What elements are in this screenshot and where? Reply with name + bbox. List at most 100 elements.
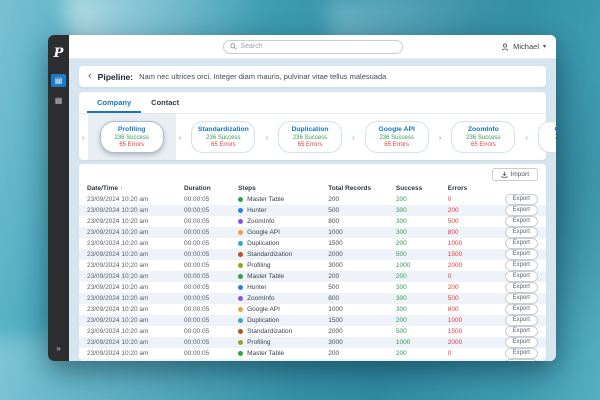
cell-datetime: 23/09/2024 10:20 am <box>87 273 184 280</box>
pipeline-label: Pipeline: <box>98 72 133 82</box>
cell-duration: 00:00:05 <box>184 295 238 302</box>
cell-success: 300 <box>396 207 448 214</box>
stage-wrap: Google API 236 Success 65 Errors <box>358 114 436 160</box>
stage-wrap: Profiling 236 Success 65 Errors <box>88 114 176 160</box>
pipeline-header-bar: ‹ Pipeline: Nam nec ultrices orci. Integ… <box>79 66 546 87</box>
tab-bar: Company Contact <box>79 92 546 114</box>
stage-error-count: 65 Errors <box>280 142 340 148</box>
cell-duration: 00:00:05 <box>184 284 238 291</box>
cell-step: Google API <box>238 306 328 313</box>
step-name: Standardization <box>247 328 292 335</box>
step-name: Profiling <box>247 262 270 269</box>
cell-success: 500 <box>396 251 448 258</box>
cell-total-records: 2000 <box>328 328 396 335</box>
cell-datetime: 23/09/2024 10:20 am <box>87 251 184 258</box>
cell-duration: 00:00:05 <box>184 251 238 258</box>
cell-datetime: 23/09/2024 10:20 am <box>87 295 184 302</box>
step-color-dot <box>238 351 243 356</box>
pipeline-description: Nam nec ultrices orci. Integer diam maur… <box>139 72 386 81</box>
step-color-dot <box>238 329 243 334</box>
cell-errors: 500 <box>448 218 498 225</box>
cell-total-records: 3000 <box>328 339 396 346</box>
step-name: Profiling <box>247 339 270 346</box>
table-row: 23/09/2024 10:20 am 00:00:05 Master Tabl… <box>79 348 546 359</box>
import-label: Import <box>511 171 529 178</box>
stage-card[interactable]: Google API 236 Success 65 Errors <box>365 121 429 153</box>
cell-datetime: 23/09/2024 10:20 am <box>87 350 184 357</box>
tab[interactable]: Contact <box>141 92 189 113</box>
stage-success-count: 236 Success <box>453 135 513 141</box>
cell-step: Profiling <box>238 262 328 269</box>
sidebar-item-pipelines[interactable]: ▤ <box>51 74 66 87</box>
cell-duration: 00:00:05 <box>184 306 238 313</box>
step-color-dot <box>238 241 243 246</box>
sidebar-expand-button[interactable]: » <box>56 344 60 353</box>
cell-errors: 0 <box>448 196 498 203</box>
stage-error-count: 8 Errors <box>540 142 556 148</box>
stage-card[interactable]: Profiling 236 Success 65 Errors <box>100 121 164 153</box>
stage-card[interactable]: Complete 70 Success 8 Errors <box>538 121 556 153</box>
cell-errors: 800 <box>448 306 498 313</box>
cell-datetime: 23/09/2024 10:20 am <box>87 229 184 236</box>
cell-duration: 00:00:05 <box>184 218 238 225</box>
sort-icon[interactable]: ↕ <box>120 186 123 192</box>
cell-success: 300 <box>396 229 448 236</box>
sidebar: P ▤ ▦ » <box>48 35 69 361</box>
stage-card[interactable]: Duplication 236 Success 65 Errors <box>278 121 342 153</box>
cell-success: 300 <box>396 306 448 313</box>
stage-name: Duplication <box>280 126 340 133</box>
search-input[interactable] <box>241 43 396 50</box>
column-header-total-records: Total Records <box>328 185 396 192</box>
cell-total-records: 200 <box>328 273 396 280</box>
table-row: 23/09/2024 10:20 am 00:00:05 Google API … <box>79 304 546 315</box>
cell-success: 200 <box>396 350 448 357</box>
table-row: 23/09/2024 10:20 am 00:00:05 Master Tabl… <box>79 194 546 205</box>
cell-success: 200 <box>396 273 448 280</box>
cell-step: ZoomInfo <box>238 295 328 302</box>
cell-duration: 00:00:05 <box>184 273 238 280</box>
cell-step: Standardization <box>238 251 328 258</box>
export-button[interactable]: Export <box>505 359 538 361</box>
cell-datetime: 23/09/2024 10:20 am <box>87 328 184 335</box>
cell-total-records: 1500 <box>328 317 396 324</box>
cell-duration: 00:00:05 <box>184 317 238 324</box>
stage-card[interactable]: ZoomInfo 236 Success 65 Errors <box>451 121 515 153</box>
stage-group: › Standardization 236 Success 65 Errors <box>176 114 263 160</box>
runs-table-card: Import Date/Time ↕ Duration Steps Total … <box>79 164 546 361</box>
sidebar-item-data-grid[interactable]: ▦ <box>51 94 66 107</box>
step-color-dot <box>238 230 243 235</box>
table-row: 23/09/2024 10:20 am 00:00:05 Master Tabl… <box>79 271 546 282</box>
user-icon <box>501 43 509 51</box>
import-button[interactable]: Import <box>492 168 538 181</box>
cell-success: 1000 <box>396 262 448 269</box>
stage-separator-chevron: › <box>179 133 182 142</box>
cell-success: 200 <box>396 317 448 324</box>
table-row: 23/09/2024 10:20 am 00:00:05 Hunter 500 … <box>79 205 546 216</box>
cell-step: Profiling <box>238 339 328 346</box>
table-row: 23/09/2024 10:20 am 00:00:05 ZoomInfo 80… <box>79 216 546 227</box>
stage-card[interactable]: Standardization 236 Success 65 Errors <box>191 121 255 153</box>
cell-step: Master Table <box>238 196 328 203</box>
cell-total-records: 3000 <box>328 262 396 269</box>
cell-errors: 1000 <box>448 240 498 247</box>
cell-total-records: 1500 <box>328 240 396 247</box>
cell-total-records: 800 <box>328 218 396 225</box>
cell-total-records: 800 <box>328 295 396 302</box>
user-menu[interactable]: Michael ▾ <box>501 42 546 51</box>
cell-datetime: 23/09/2024 10:20 am <box>87 240 184 247</box>
stage-name: Complete <box>540 126 556 133</box>
column-header-datetime[interactable]: Date/Time ↕ <box>87 185 184 192</box>
back-chevron-icon[interactable]: ‹ <box>88 71 92 82</box>
search-box[interactable] <box>223 40 403 54</box>
cell-total-records: 200 <box>328 196 396 203</box>
step-name: Google API <box>247 229 280 236</box>
stage-separator-chevron: › <box>82 133 85 142</box>
step-name: Master Table <box>247 350 284 357</box>
tab[interactable]: Company <box>87 92 141 113</box>
step-color-dot <box>238 197 243 202</box>
table-row: 23/09/2024 10:20 am 00:00:05 Profiling 3… <box>79 260 546 271</box>
stage-success-count: 236 Success <box>193 135 253 141</box>
app-window: P ▤ ▦ » Michael ▾ <box>48 35 556 361</box>
cell-total-records: 1000 <box>328 229 396 236</box>
stage-name: Google API <box>367 126 427 133</box>
